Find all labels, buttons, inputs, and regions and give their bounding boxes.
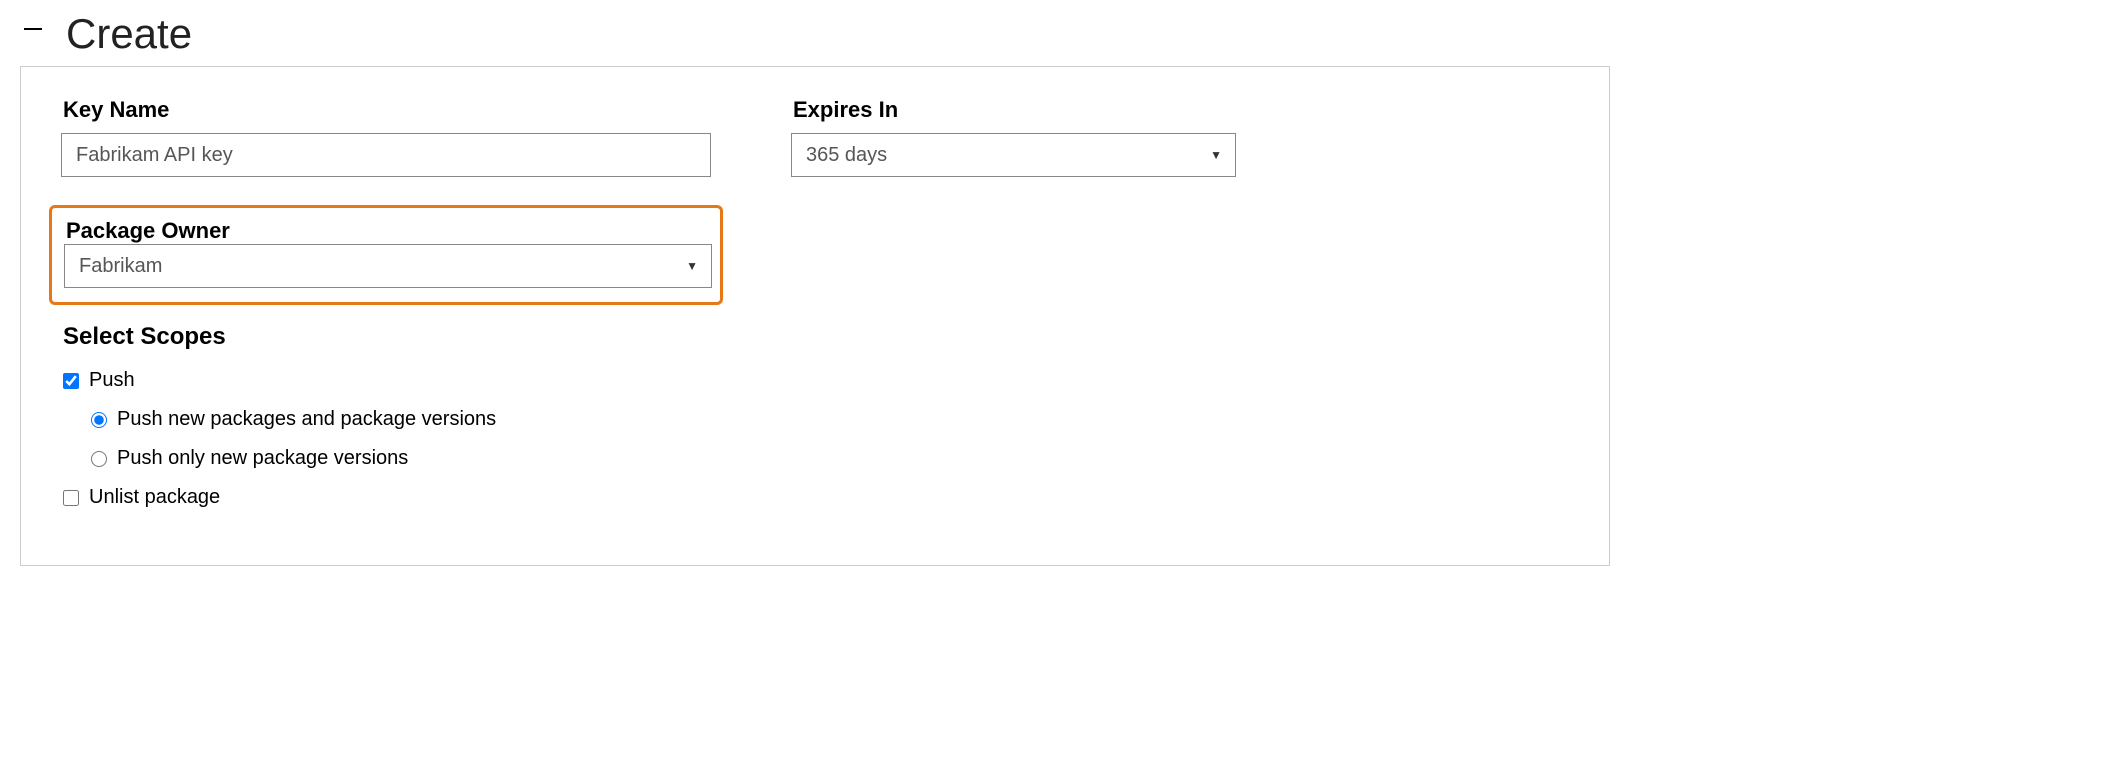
collapse-toggle[interactable] bbox=[20, 16, 46, 42]
push-label: Push bbox=[89, 369, 135, 392]
key-name-label: Key Name bbox=[61, 97, 711, 123]
push-checkbox[interactable] bbox=[63, 373, 79, 389]
scope-push-row: Push bbox=[61, 369, 1569, 392]
scope-unlist-row: Unlist package bbox=[61, 486, 1569, 509]
package-owner-highlight: Package Owner Fabrikam ▼ bbox=[49, 205, 723, 305]
push-new-label: Push new packages and package versions bbox=[117, 408, 496, 431]
expires-label: Expires In bbox=[791, 97, 1236, 123]
package-owner-select[interactable]: Fabrikam bbox=[64, 244, 712, 288]
scope-push-new-row: Push new packages and package versions bbox=[61, 408, 1569, 431]
scopes-title: Select Scopes bbox=[61, 323, 1569, 351]
unlist-checkbox[interactable] bbox=[63, 490, 79, 506]
create-panel: Key Name Expires In 365 days ▼ Package O… bbox=[20, 66, 1610, 566]
section-header: Create bbox=[20, 10, 1620, 58]
scope-push-versions-row: Push only new package versions bbox=[61, 447, 1569, 470]
expires-select[interactable]: 365 days bbox=[791, 133, 1236, 177]
push-versions-radio[interactable] bbox=[91, 451, 107, 467]
expires-group: Expires In 365 days ▼ bbox=[791, 97, 1236, 177]
push-new-radio[interactable] bbox=[91, 412, 107, 428]
key-name-group: Key Name bbox=[61, 97, 711, 177]
key-name-input[interactable] bbox=[61, 133, 711, 177]
minus-icon bbox=[24, 28, 42, 30]
section-title: Create bbox=[66, 10, 192, 58]
unlist-label: Unlist package bbox=[89, 486, 220, 509]
push-versions-label: Push only new package versions bbox=[117, 447, 408, 470]
package-owner-label: Package Owner bbox=[64, 218, 230, 243]
